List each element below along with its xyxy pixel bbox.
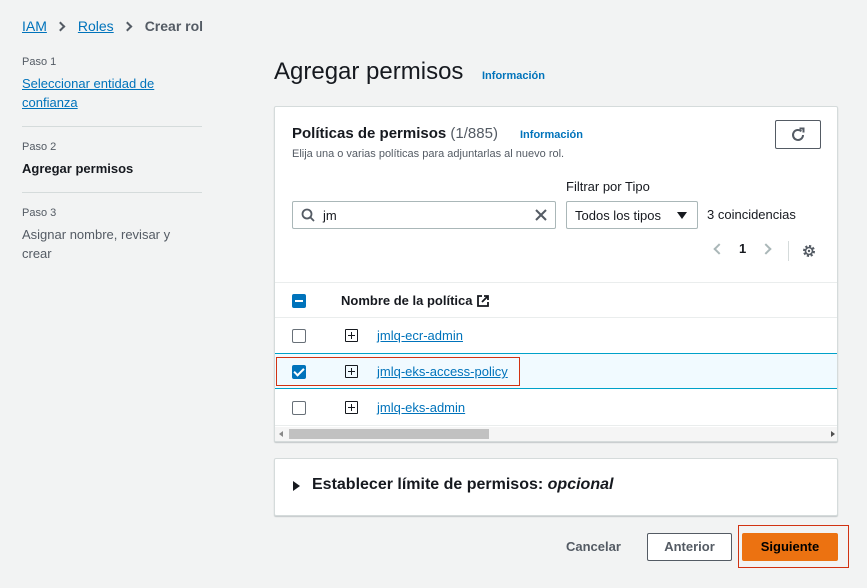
breadcrumb-roles-link[interactable]: Roles xyxy=(78,18,114,34)
expand-icon[interactable] xyxy=(345,365,358,378)
step-2-title: Agregar permisos xyxy=(22,161,134,176)
wizard-steps: Paso 1 Seleccionar entidad de confianza … xyxy=(22,56,202,277)
column-header-policy-name[interactable]: Nombre de la política xyxy=(341,293,490,308)
caret-down-icon xyxy=(677,212,687,219)
breadcrumb: IAM Roles Crear rol xyxy=(22,18,203,34)
cancel-button[interactable]: Cancelar xyxy=(566,539,621,554)
chevron-right-icon xyxy=(122,21,133,31)
pagination: 1 xyxy=(713,241,772,256)
policies-title: Políticas de permisos (1/885) xyxy=(292,125,498,142)
type-filter-value: Todos los tipos xyxy=(575,208,661,223)
column-header-label: Nombre de la política xyxy=(341,293,473,308)
expand-icon[interactable] xyxy=(345,401,358,414)
page-number[interactable]: 1 xyxy=(739,241,746,256)
step-3: Paso 3 Asignar nombre, revisar y crear xyxy=(22,207,202,277)
breadcrumb-current: Crear rol xyxy=(144,18,204,34)
clear-icon[interactable] xyxy=(533,207,549,223)
divider xyxy=(22,192,202,193)
refresh-button[interactable] xyxy=(775,120,821,149)
filter-label: Filtrar por Tipo xyxy=(566,179,650,194)
select-all-checkbox[interactable] xyxy=(292,294,306,308)
policies-count: (1/885) xyxy=(450,125,498,142)
next-button[interactable]: Siguiente xyxy=(742,533,838,561)
chevron-right-icon[interactable] xyxy=(760,242,772,255)
step-1-link[interactable]: Seleccionar entidad de confianza xyxy=(22,76,154,110)
row-checkbox[interactable] xyxy=(292,401,306,415)
table-row[interactable]: jmlq-ecr-admin xyxy=(275,318,837,354)
step-1: Paso 1 Seleccionar entidad de confianza xyxy=(22,56,202,126)
scroll-left-icon[interactable] xyxy=(279,431,283,437)
step-2-number: Paso 2 xyxy=(22,141,57,153)
breadcrumb-iam-link[interactable]: IAM xyxy=(22,18,47,34)
chevron-left-icon[interactable] xyxy=(713,242,725,255)
horizontal-scrollbar[interactable] xyxy=(275,427,837,441)
match-count: 3 coincidencias xyxy=(707,207,796,222)
step-3-title: Asignar nombre, revisar y crear xyxy=(22,227,171,261)
scroll-right-icon[interactable] xyxy=(831,431,835,437)
row-checkbox[interactable] xyxy=(292,329,306,343)
permissions-boundary-title: Establecer límite de permisos: opcional xyxy=(312,476,613,494)
divider xyxy=(788,241,789,261)
gear-icon[interactable] xyxy=(801,243,817,259)
policy-name-link[interactable]: jmlq-eks-access-policy xyxy=(377,364,508,379)
policies-description: Elija una o varias políticas para adjunt… xyxy=(292,148,565,160)
type-filter-select[interactable]: Todos los tipos xyxy=(566,201,698,229)
policy-name-link[interactable]: jmlq-ecr-admin xyxy=(377,328,463,343)
step-1-number: Paso 1 xyxy=(22,56,57,68)
refresh-icon xyxy=(792,127,805,141)
search-value: jm xyxy=(323,208,337,223)
search-input[interactable]: jm xyxy=(292,201,556,229)
table-header: Nombre de la política xyxy=(275,282,837,318)
policies-title-text: Políticas de permisos xyxy=(292,125,447,142)
expand-icon[interactable] xyxy=(345,329,358,342)
policies-info-link[interactable]: Información xyxy=(520,129,583,141)
page-info-link[interactable]: Información xyxy=(482,70,545,82)
previous-button[interactable]: Anterior xyxy=(647,533,732,561)
policy-name-link[interactable]: jmlq-eks-admin xyxy=(377,400,465,415)
permission-policies-panel: Políticas de permisos (1/885) Informació… xyxy=(274,106,838,442)
external-link-icon xyxy=(477,294,490,307)
table-row[interactable]: jmlq-eks-admin xyxy=(275,390,837,426)
caret-right-icon xyxy=(293,481,300,491)
page-title: Agregar permisos xyxy=(274,58,464,85)
divider xyxy=(22,126,202,127)
scrollbar-thumb[interactable] xyxy=(289,429,489,439)
chevron-right-icon xyxy=(55,21,66,31)
table-row[interactable]: jmlq-eks-access-policy xyxy=(275,353,837,389)
step-3-number: Paso 3 xyxy=(22,207,57,219)
boundary-optional-text: opcional xyxy=(547,476,614,493)
search-icon xyxy=(301,208,315,222)
boundary-title-text: Establecer límite de permisos: xyxy=(312,476,548,493)
row-checkbox[interactable] xyxy=(292,365,306,379)
permissions-boundary-section[interactable]: Establecer límite de permisos: opcional xyxy=(274,458,838,516)
step-2: Paso 2 Agregar permisos xyxy=(22,141,202,192)
